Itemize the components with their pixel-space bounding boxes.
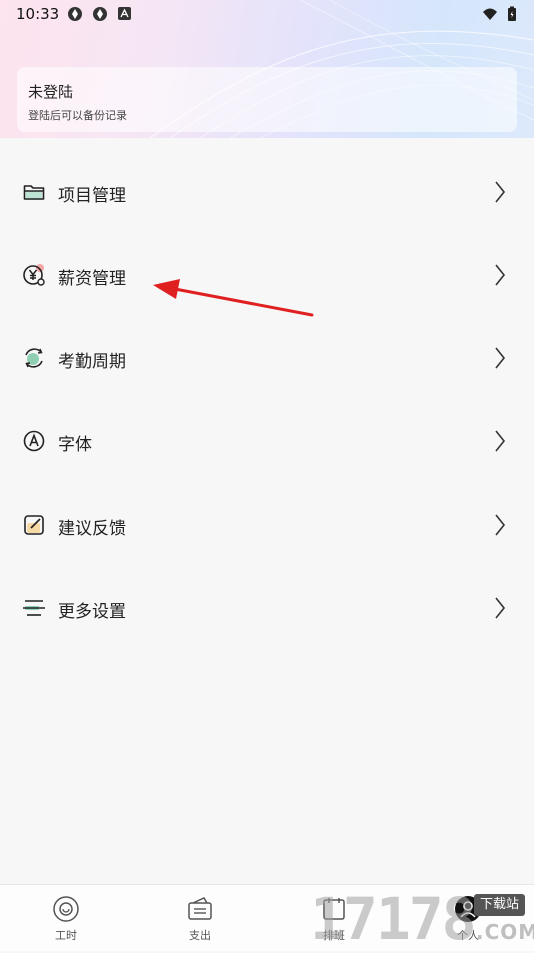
a-badge-icon [118,7,131,20]
menu-item-more-settings[interactable]: 更多设置 [0,578,534,638]
wallet-icon [188,897,212,920]
menu-item-project-management[interactable]: 项目管理 [0,162,534,222]
font-a-icon [23,430,45,452]
cycle-icon [25,348,43,368]
chevron-right-icon [495,597,506,619]
tab-schedule[interactable]: 排班 [284,885,384,951]
menu-item-label: 建议反馈 [58,519,126,539]
chevron-right-icon [495,514,506,536]
battery-icon [508,6,516,21]
tab-label: 支出 [189,929,211,942]
status-time: 10:33 [16,5,60,23]
tab-personal[interactable]: 个人 [418,885,518,951]
chevron-right-icon [495,347,506,369]
menu-item-salary-management[interactable]: 薪资管理 [0,245,534,305]
login-subtitle: 登陆后可以备份记录 [28,109,127,122]
tab-label: 排班 [323,929,345,942]
chevron-right-icon [495,430,506,452]
folder-icon [23,185,45,200]
menu-item-label: 薪资管理 [58,269,126,289]
edit-note-icon [24,515,44,535]
calendar-icon [323,898,345,920]
tab-expenses[interactable]: 支出 [150,885,250,951]
app-notification-icon [68,7,82,21]
tab-label: 个人 [457,929,479,942]
yen-coin-icon [23,264,45,286]
app-notification-icon-2 [93,7,107,21]
menu-item-feedback[interactable]: 建议反馈 [0,495,534,555]
person-icon [455,896,481,922]
login-card[interactable]: 未登陆 登陆后可以备份记录 [17,67,517,132]
chevron-right-icon [495,181,506,203]
menu-item-font[interactable]: 字体 [0,411,534,471]
bottom-tab-bar: 工时 支出 排班 个人 [0,884,534,951]
status-bar: 10:33 [0,0,534,28]
menu-item-label: 更多设置 [58,602,126,622]
menu-item-attendance-cycle[interactable]: 考勤周期 [0,328,534,388]
clock-icon [53,896,79,922]
settings-lines-icon [23,600,45,616]
tab-label: 工时 [55,929,77,942]
menu-item-label: 字体 [58,435,92,455]
annotation-arrow-icon [153,279,314,317]
tab-work-hours[interactable]: 工时 [16,885,116,951]
chevron-right-icon [495,264,506,286]
login-title: 未登陆 [28,83,74,101]
menu-item-label: 考勤周期 [58,352,126,372]
wifi-icon [483,8,497,20]
menu-item-label: 项目管理 [58,186,126,206]
